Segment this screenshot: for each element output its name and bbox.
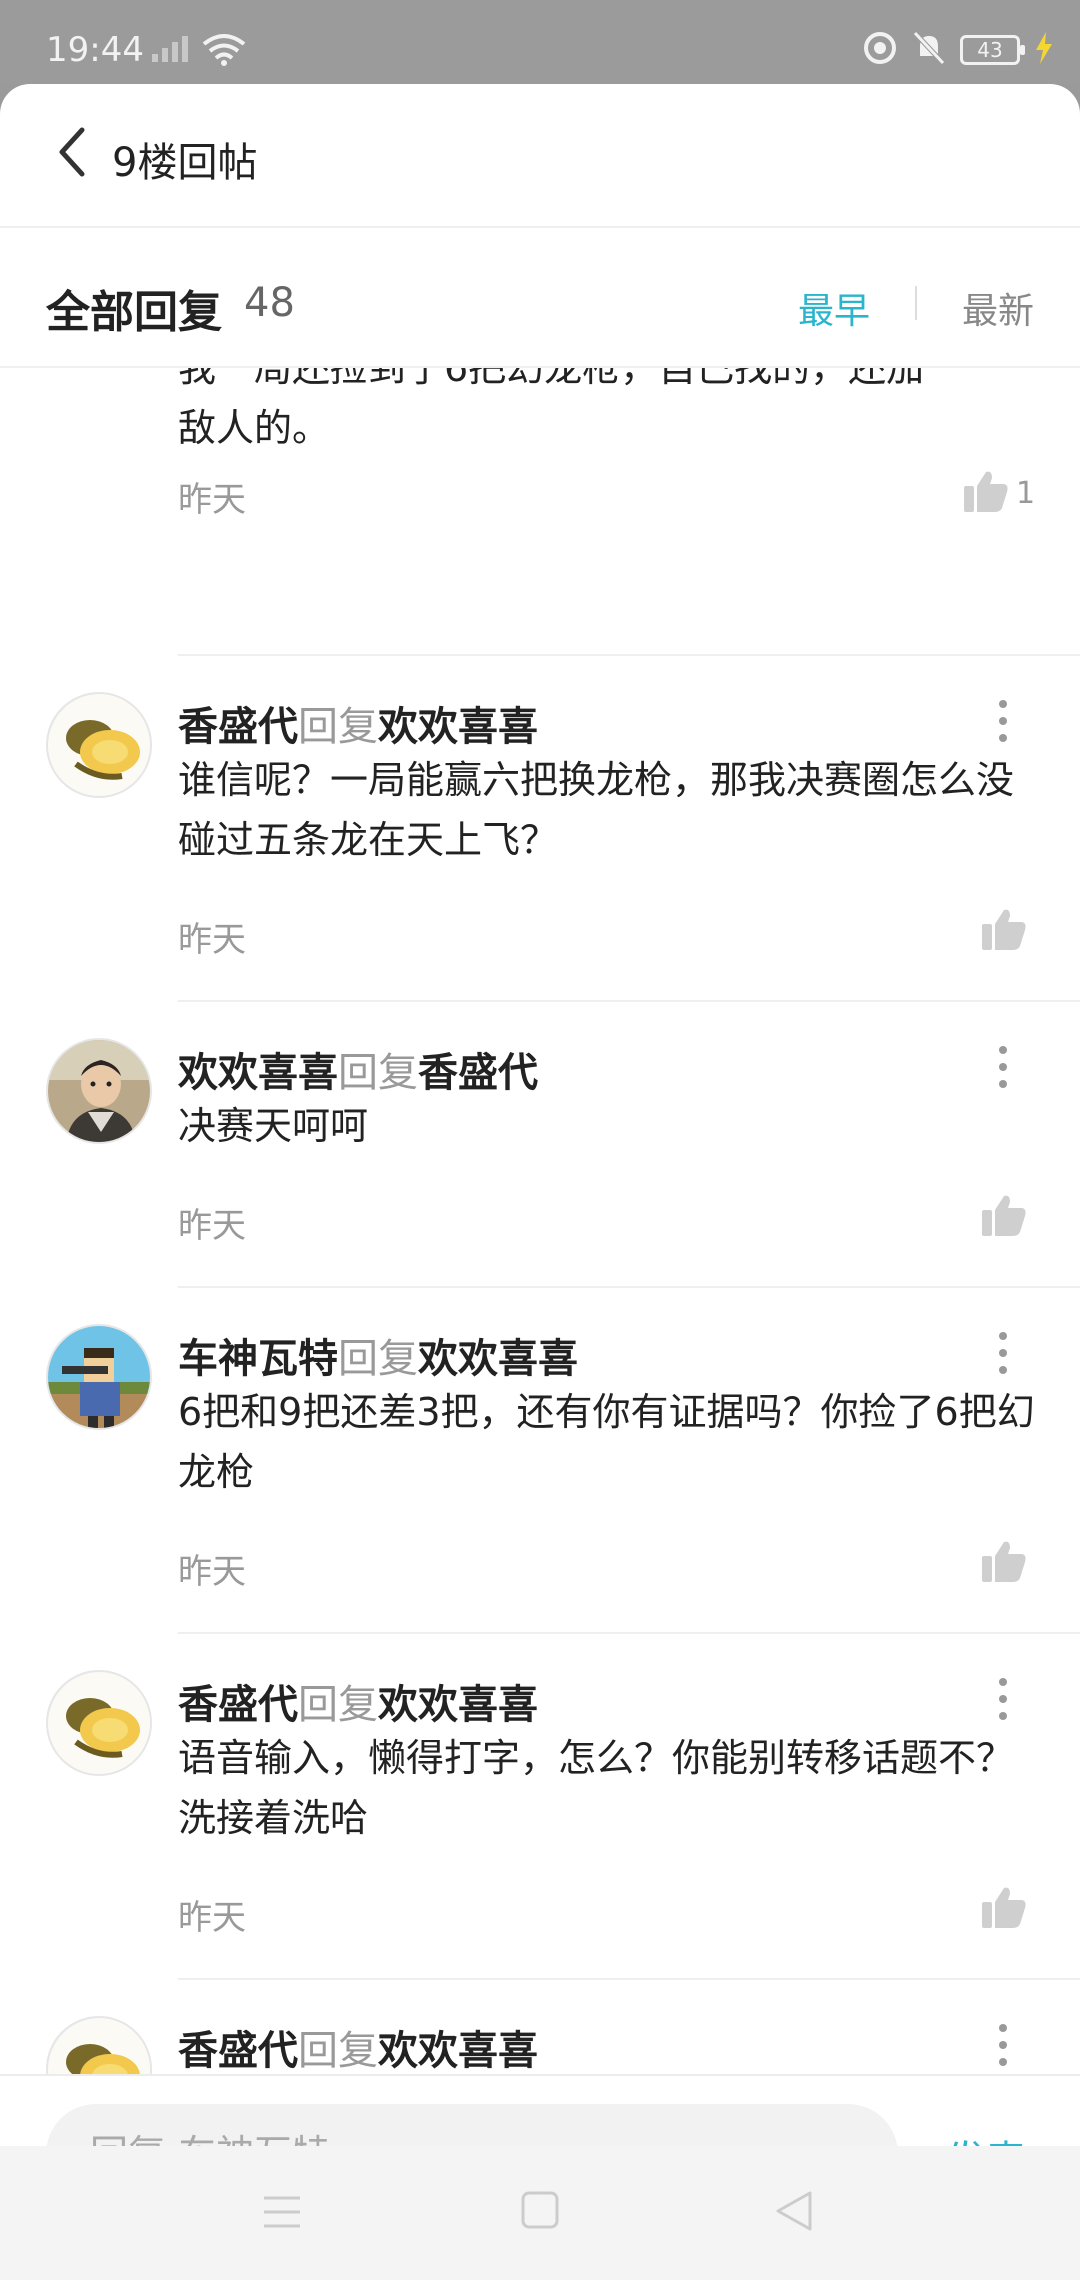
- more-options-button[interactable]: [988, 1042, 1018, 1092]
- child-photo-avatar-icon: [48, 1040, 150, 1142]
- reply-count: 48: [244, 280, 295, 326]
- status-time: 19:44: [46, 30, 144, 70]
- more-options-button[interactable]: [988, 1328, 1018, 1378]
- author-name[interactable]: 欢欢喜喜: [178, 1050, 338, 1096]
- durian-avatar-icon: [48, 694, 150, 796]
- reply-target-name[interactable]: 欢欢喜喜: [378, 704, 538, 750]
- battery-icon: 43: [960, 35, 1025, 65]
- comment-item: 香盛代回复欢欢喜喜 谁信呢？一局能赢六把换龙枪，那我决赛圈怎么没碰过五条龙在天上…: [0, 654, 1080, 1000]
- like-button[interactable]: [980, 1884, 1028, 1934]
- durian-avatar-icon: [48, 2018, 150, 2074]
- comment-header: 车神瓦特回复欢欢喜喜: [178, 1326, 578, 1384]
- more-vertical-icon: [999, 1678, 1007, 1720]
- wifi-icon: [202, 32, 246, 70]
- thumbs-up-icon: [982, 1887, 1026, 1928]
- avatar[interactable]: [46, 1038, 152, 1144]
- comment-header: 欢欢喜喜回复香盛代: [178, 1040, 538, 1098]
- comment-list[interactable]: 我一局还捡到了6把幻龙枪，自己找的，还加 敌人的。 昨天 1 香盛代回复欢欢喜喜…: [0, 368, 1080, 2074]
- comment-time: 昨天: [178, 1552, 246, 1592]
- more-vertical-icon: [999, 1046, 1007, 1088]
- comment-item: 车神瓦特回复欢欢喜喜 6把和9把还差3把，还有你有证据吗？你捡了6把幻龙枪 昨天: [0, 1286, 1080, 1632]
- page-title: 9楼回帖: [112, 140, 258, 186]
- comment-item: 香盛代回复欢欢喜喜 语音输入，懒得打字，怎么？你能别转移话题不？洗接着洗哈 昨天: [0, 1632, 1080, 1978]
- comment-text: 我一局还捡到了6把幻龙枪，自己找的，还加 敌人的。: [178, 368, 925, 450]
- reply-target-name[interactable]: 欢欢喜喜: [418, 1336, 578, 1382]
- charging-icon: [1034, 32, 1054, 68]
- like-button[interactable]: [980, 1192, 1028, 1242]
- reply-bar: 回复 车神瓦特 发表: [0, 2074, 1080, 2146]
- reply-target-name[interactable]: 香盛代: [418, 1050, 538, 1096]
- sort-divider: [915, 286, 917, 320]
- reply-target-name[interactable]: 欢欢喜喜: [378, 2028, 538, 2074]
- avatar[interactable]: [46, 692, 152, 798]
- comment-header: 香盛代回复欢欢喜喜: [178, 2018, 538, 2074]
- comment-text: 谁信呢？一局能赢六把换龙枪，那我决赛圈怎么没碰过五条龙在天上飞？: [178, 758, 1015, 862]
- like-count: 1: [1016, 476, 1036, 511]
- like-button[interactable]: [962, 468, 1010, 518]
- eye-comfort-icon: [862, 30, 898, 70]
- comment-item: 欢欢喜喜回复香盛代 决赛天呵呵 昨天: [0, 1000, 1080, 1286]
- status-right: 43: [862, 30, 1054, 70]
- durian-avatar-icon: [48, 1672, 150, 1774]
- divider: [178, 1000, 1080, 1002]
- comment-time: 昨天: [178, 1206, 246, 1246]
- thumbs-up-icon: [964, 471, 1008, 512]
- divider: [178, 1286, 1080, 1288]
- reply-word: 回复: [298, 704, 378, 750]
- sort-newest-tab[interactable]: 最新: [962, 282, 1034, 334]
- thumbs-up-icon: [982, 909, 1026, 950]
- like-button[interactable]: [980, 1538, 1028, 1588]
- more-options-button[interactable]: [988, 696, 1018, 746]
- more-vertical-icon: [999, 700, 1007, 742]
- more-vertical-icon: [999, 2024, 1007, 2066]
- comment-item: 香盛代回复欢欢喜喜: [0, 1978, 1080, 2074]
- divider: [178, 1632, 1080, 1634]
- thumbs-up-icon: [982, 1195, 1026, 1236]
- menu-icon[interactable]: [262, 2194, 302, 2234]
- all-replies-label: 全部回复: [46, 287, 222, 338]
- comment-header: 香盛代回复欢欢喜喜: [178, 694, 538, 752]
- more-vertical-icon: [999, 1332, 1007, 1374]
- divider: [178, 654, 1080, 656]
- comment-text: 语音输入，懒得打字，怎么？你能别转移话题不？洗接着洗哈: [178, 1736, 1015, 1840]
- back-button[interactable]: [52, 124, 102, 184]
- reply-target-name[interactable]: 欢欢喜喜: [378, 1682, 538, 1728]
- reply-sheet: 9楼回帖 全部回复 48 最早 最新 我一局还捡到了6把幻龙枪，自己找的，还加 …: [0, 84, 1080, 2146]
- header: 9楼回帖: [0, 84, 1080, 228]
- comment-time: 昨天: [178, 1898, 246, 1938]
- comment-text: 6把和9把还差3把，还有你有证据吗？你捡了6把幻龙枪: [178, 1390, 1035, 1494]
- comment-header: 香盛代回复欢欢喜喜: [178, 1672, 538, 1730]
- avatar[interactable]: [46, 1324, 152, 1430]
- signal-icon: [150, 34, 194, 68]
- avatar[interactable]: [46, 2016, 152, 2074]
- reply-word: 回复: [298, 2028, 378, 2074]
- comment-text: 决赛天呵呵: [178, 1104, 369, 1148]
- mute-icon: [912, 30, 946, 70]
- more-options-button[interactable]: [988, 1674, 1018, 1724]
- reply-word: 回复: [338, 1050, 418, 1096]
- status-bar: 19:44 43: [0, 0, 1080, 84]
- home-icon[interactable]: [520, 2190, 560, 2234]
- divider: [178, 1978, 1080, 1980]
- reply-input[interactable]: 回复 车神瓦特: [46, 2104, 898, 2146]
- send-button[interactable]: 发表: [946, 2128, 1026, 2146]
- author-name[interactable]: 香盛代: [178, 704, 298, 750]
- avatar[interactable]: [46, 1670, 152, 1776]
- sort-earliest-tab[interactable]: 最早: [798, 282, 870, 334]
- comment-time: 昨天: [178, 920, 246, 960]
- back-triangle-icon[interactable]: [774, 2190, 814, 2236]
- system-nav-bar: [0, 2146, 1080, 2280]
- thumbs-up-icon: [982, 1541, 1026, 1582]
- more-options-button[interactable]: [988, 2020, 1018, 2070]
- author-name[interactable]: 香盛代: [178, 2028, 298, 2074]
- like-button[interactable]: [980, 906, 1028, 956]
- replies-subheader: 全部回复 48 最早 最新: [0, 228, 1080, 368]
- reply-word: 回复: [298, 1682, 378, 1728]
- author-name[interactable]: 车神瓦特: [178, 1336, 338, 1382]
- chevron-left-icon: [59, 127, 85, 177]
- game-character-avatar-icon: [48, 1326, 150, 1428]
- author-name[interactable]: 香盛代: [178, 1682, 298, 1728]
- comment-time: 昨天: [178, 480, 246, 520]
- reply-word: 回复: [338, 1336, 418, 1382]
